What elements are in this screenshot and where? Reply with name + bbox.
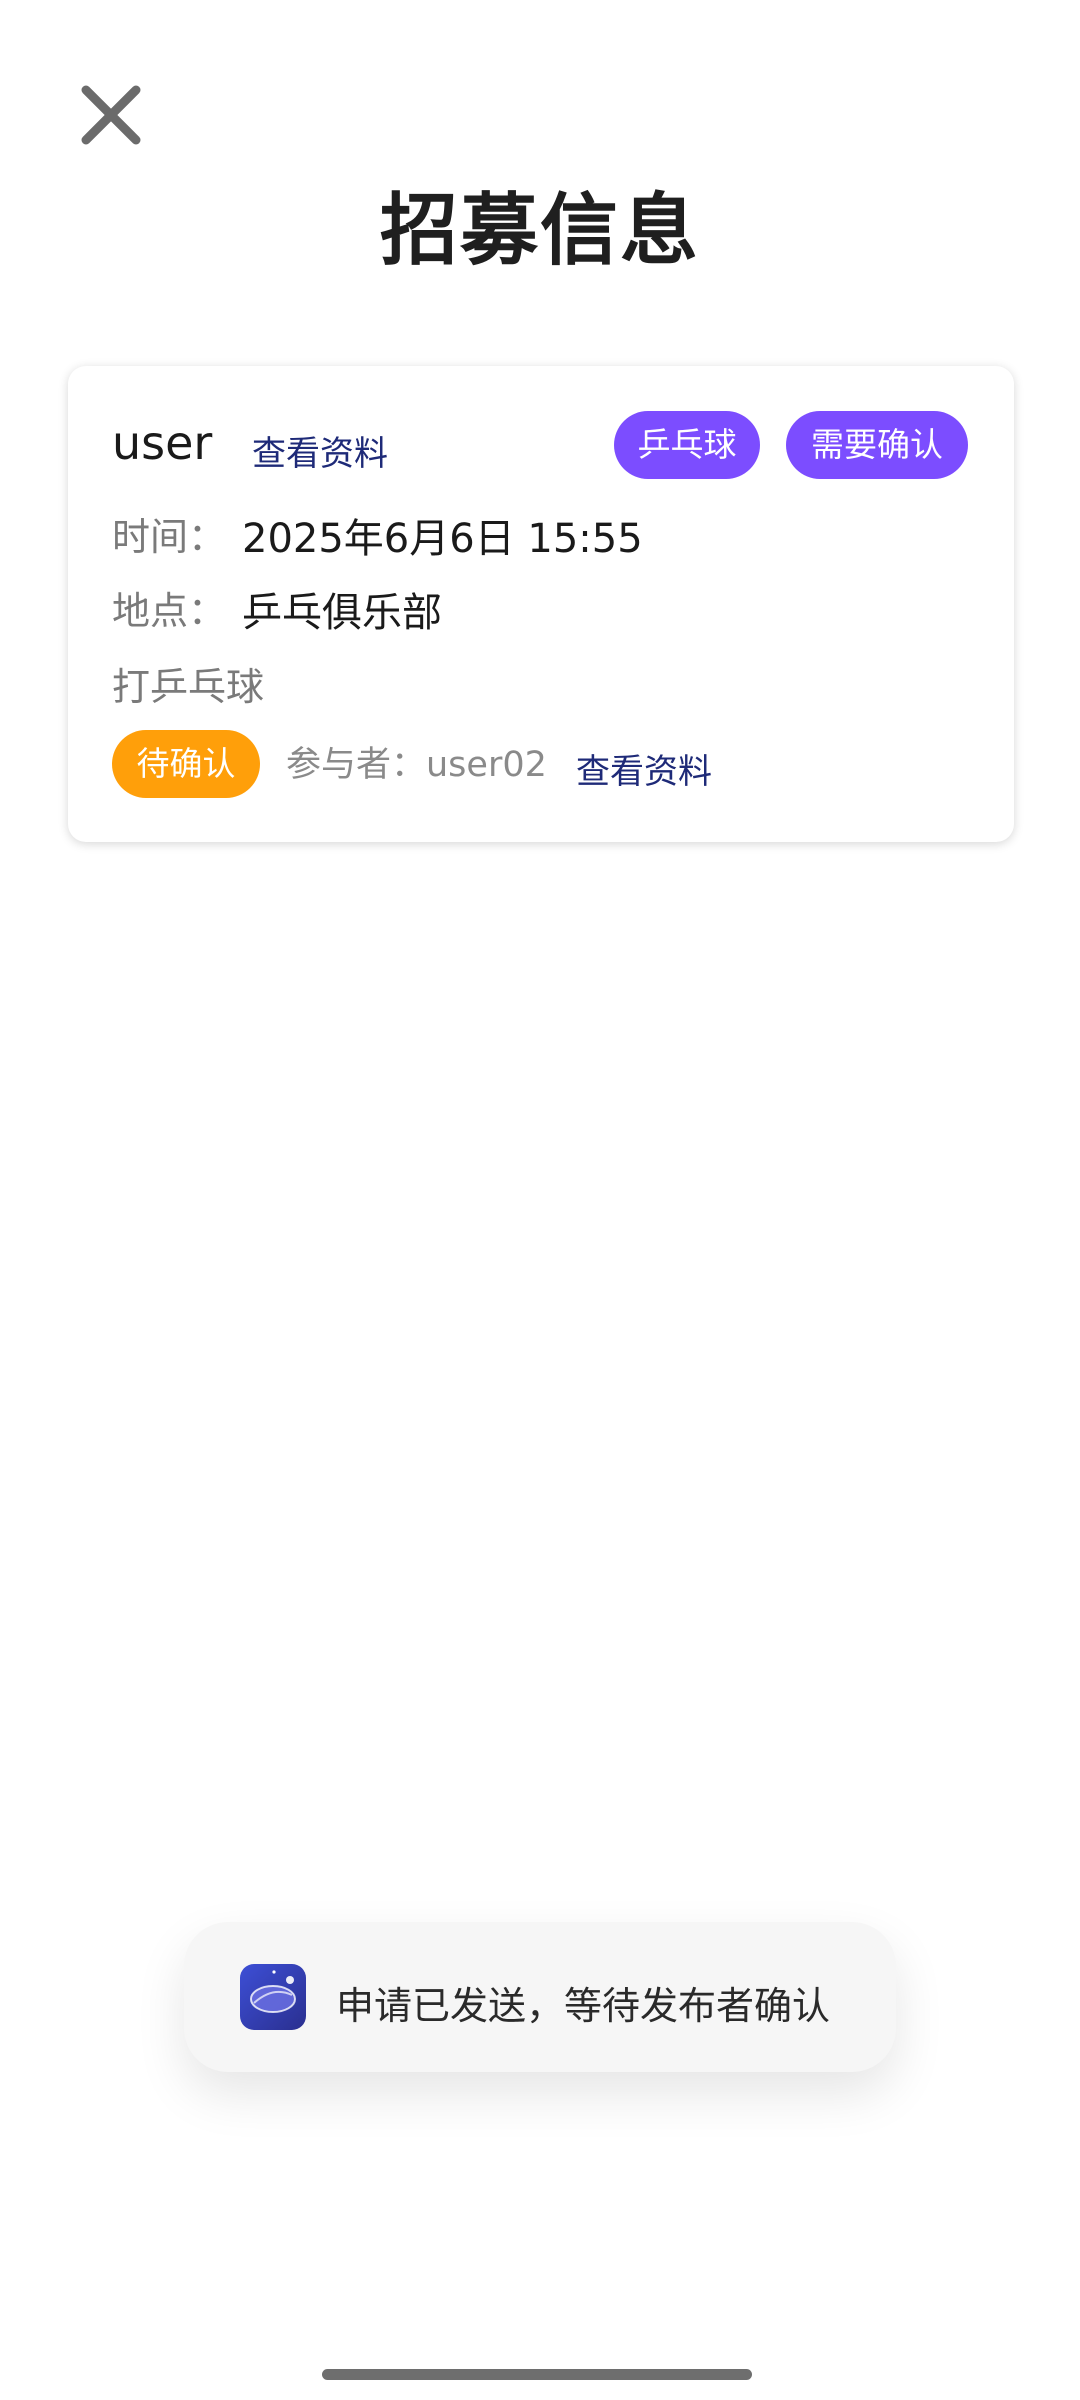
participant-view-profile-link[interactable]: 查看资料: [576, 744, 712, 793]
close-button[interactable]: [78, 82, 144, 148]
recruit-card[interactable]: user 查看资料 乒乓球 需要确认 时间： 2025年6月6日 15:55 地…: [68, 366, 1014, 842]
toast-message: 申请已发送，等待发布者确认: [336, 1984, 831, 2028]
description: 打乒乓球: [112, 665, 265, 709]
place-value: 乒乓俱乐部: [242, 590, 442, 636]
view-profile-link[interactable]: 查看资料: [252, 426, 388, 475]
status-badge: 待确认: [112, 730, 260, 798]
close-icon: [81, 85, 141, 145]
time-value: 2025年6月6日 15:55: [242, 516, 643, 562]
sport-tag: 乒乓球: [614, 411, 760, 479]
confirm-required-tag: 需要确认: [786, 411, 968, 479]
participant-text: 参与者：user02: [286, 745, 547, 785]
time-label: 时间：: [112, 515, 227, 559]
place-label: 地点：: [112, 589, 227, 633]
toast: 申请已发送，等待发布者确认: [184, 1922, 896, 2072]
publisher-name: user: [112, 416, 213, 470]
app-icon: [240, 1964, 306, 2030]
home-indicator[interactable]: [322, 2369, 752, 2380]
page-title: 招募信息: [379, 186, 700, 276]
